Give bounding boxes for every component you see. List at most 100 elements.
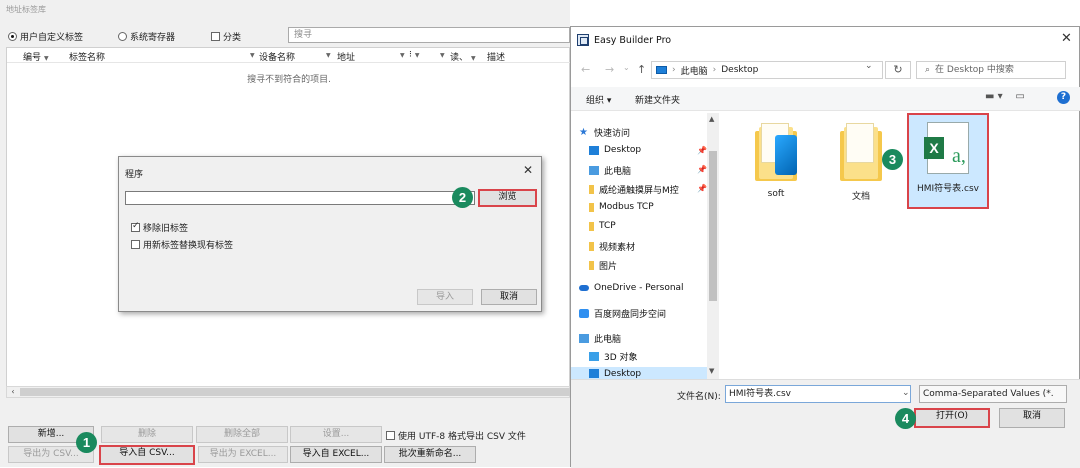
- settings-button[interactable]: 设置...: [290, 426, 382, 443]
- import-csv-button[interactable]: 导入自 CSV...: [99, 445, 195, 465]
- chevron-down-icon[interactable]: ⌄: [902, 388, 910, 398]
- category-checkbox[interactable]: 分类: [211, 30, 241, 43]
- vertical-scrollbar[interactable]: ▲ ▼: [707, 113, 719, 380]
- pin-icon[interactable]: 📌: [697, 165, 707, 174]
- breadcrumb-item[interactable]: Desktop: [721, 65, 758, 75]
- nav-item-tcp[interactable]: TCP: [589, 221, 616, 231]
- nav-item-baidu[interactable]: 百度网盘同步空间: [579, 307, 666, 320]
- remove-old-tags-checkbox[interactable]: 移除旧标签: [131, 221, 188, 234]
- address-bar[interactable]: › 此电脑 › Desktop: [651, 61, 883, 79]
- utf8-export-checkbox[interactable]: 使用 UTF-8 格式导出 CSV 文件: [386, 429, 526, 442]
- scrollbar-thumb[interactable]: [709, 151, 717, 301]
- nav-item-pictures[interactable]: 图片: [589, 259, 617, 272]
- step-badge-1: 1: [76, 432, 97, 453]
- close-icon[interactable]: ✕: [1061, 31, 1072, 46]
- filename-label: 文件名(N):: [677, 392, 721, 402]
- desktop-icon: [589, 369, 599, 378]
- column-header-device[interactable]: 设备名称: [259, 50, 295, 63]
- scrollbar-thumb[interactable]: [20, 388, 571, 396]
- search-input[interactable]: ⌕ 在 Desktop 中搜索: [916, 61, 1066, 79]
- import-excel-button[interactable]: 导入自 EXCEL...: [290, 446, 382, 463]
- nav-item-video[interactable]: 视频素材: [589, 240, 635, 253]
- table-header: 编号 ▼ 标签名称 ▼ 设备名称 ▼ 地址 ▼ ⁝ ▼ ▼ 读、 ▼ 描述: [7, 48, 571, 63]
- delete-all-button[interactable]: 删除全部: [196, 426, 288, 443]
- file-item-soft[interactable]: soft: [741, 123, 811, 199]
- horizontal-scrollbar[interactable]: ‹: [6, 386, 571, 398]
- open-file-dialog: Easy Builder Pro ✕ ← → ⌄ ↑ › 此电脑 › Deskt…: [570, 26, 1080, 468]
- file-path-input[interactable]: [125, 191, 475, 205]
- chevron-down-icon[interactable]: ⌄: [865, 61, 873, 71]
- replace-tags-checkbox[interactable]: 用新标签替换现有标签: [131, 238, 233, 251]
- organize-menu[interactable]: 组织 ▾: [586, 93, 611, 106]
- nav-item-desktop[interactable]: Desktop: [589, 145, 641, 155]
- forward-icon[interactable]: →: [605, 63, 614, 76]
- up-icon[interactable]: ↑: [637, 63, 646, 76]
- scroll-up-icon[interactable]: ▲: [709, 115, 714, 123]
- column-header-device-sort[interactable]: ▼: [323, 50, 331, 60]
- step-badge-3: 3: [882, 149, 903, 170]
- scroll-left-icon[interactable]: ‹: [7, 387, 19, 397]
- scroll-down-icon[interactable]: ▼: [709, 367, 714, 375]
- filename-input[interactable]: HMI符号表.csv: [725, 385, 911, 403]
- help-icon[interactable]: ?: [1057, 91, 1070, 104]
- navigation-pane: ★ 快速访问 Desktop 📌 此电脑 📌 威纶通触摸屏与M控 📌 Modbus…: [571, 113, 719, 380]
- browse-button[interactable]: 浏览: [478, 189, 537, 207]
- view-options-icon[interactable]: ▬ ▾ ▭: [985, 91, 1025, 102]
- nav-item-3d-objects[interactable]: 3D 对象: [589, 350, 638, 363]
- checkbox-indicator: [131, 221, 140, 232]
- file-name: 文档: [851, 192, 870, 202]
- new-folder-button[interactable]: 新建文件夹: [635, 93, 680, 106]
- nav-item-modbus-tcp[interactable]: Modbus TCP: [589, 202, 654, 212]
- checkbox-label: 移除旧标签: [143, 224, 189, 234]
- radio-system-register[interactable]: 系统寄存器: [118, 30, 175, 43]
- column-header-sort[interactable]: ▼: [437, 50, 445, 60]
- history-chevron-icon[interactable]: ⌄: [623, 63, 630, 72]
- file-item-hmi-csv[interactable]: Xa, HMI符号表.csv: [907, 113, 989, 209]
- back-icon[interactable]: ←: [581, 63, 590, 76]
- pin-icon[interactable]: 📌: [697, 184, 707, 193]
- delete-button[interactable]: 删除: [101, 426, 193, 443]
- column-header-tag-name-sort[interactable]: ▼: [247, 50, 255, 60]
- folder-icon: [589, 261, 594, 270]
- export-excel-button[interactable]: 导出为 EXCEL...: [198, 446, 288, 463]
- pin-icon[interactable]: 📌: [697, 146, 707, 155]
- column-header-tag-name[interactable]: 标签名称: [69, 50, 105, 63]
- close-icon[interactable]: ✕: [523, 163, 533, 177]
- radio-indicator: [8, 32, 17, 41]
- column-header-description[interactable]: 描述: [487, 50, 505, 63]
- batch-rename-button[interactable]: 批次重新命名...: [384, 446, 476, 463]
- nav-item-this-pc[interactable]: 此电脑: [589, 164, 631, 177]
- column-header-type[interactable]: ⁝ ▼: [409, 50, 420, 60]
- step-badge-4: 4: [895, 408, 916, 429]
- refresh-icon[interactable]: ↻: [885, 61, 911, 79]
- cancel-button[interactable]: 取消: [999, 408, 1065, 428]
- radio-label: 用户自定义标签: [20, 33, 84, 43]
- checkbox-indicator: [131, 240, 140, 249]
- cloud-icon: [579, 285, 589, 291]
- column-header-read[interactable]: 读、 ▼: [450, 50, 476, 63]
- import-button[interactable]: 导入: [417, 289, 473, 305]
- filetype-select[interactable]: Comma-Separated Values (*.: [919, 385, 1067, 403]
- nav-item-folder[interactable]: 威纶通触摸屏与M控: [589, 183, 679, 196]
- open-button[interactable]: 打开(O): [914, 408, 990, 428]
- checkbox-label: 用新标签替换现有标签: [143, 241, 234, 251]
- folder-icon: [589, 185, 594, 194]
- search-input[interactable]: 搜寻: [288, 27, 570, 43]
- column-header-id[interactable]: 编号 ▼: [23, 50, 49, 63]
- dialog-titlebar: Easy Builder Pro: [577, 34, 671, 46]
- nav-item-quick-access[interactable]: ★ 快速访问: [579, 126, 630, 140]
- cancel-button[interactable]: 取消: [481, 289, 537, 305]
- folder-icon: [753, 123, 799, 183]
- nav-item-onedrive[interactable]: OneDrive - Personal: [579, 283, 684, 293]
- breadcrumb-item[interactable]: 此电脑: [681, 64, 708, 77]
- nav-item-this-pc-2[interactable]: 此电脑: [579, 332, 621, 345]
- desktop-icon: [589, 145, 599, 155]
- computer-icon: [656, 66, 667, 74]
- folder-icon: [838, 123, 884, 183]
- column-header-address[interactable]: 地址: [337, 50, 355, 63]
- cube-icon: [589, 352, 599, 361]
- file-name: soft: [767, 189, 785, 199]
- column-header-address-sort[interactable]: ▼: [397, 50, 405, 60]
- radio-user-defined[interactable]: 用户自定义标签: [8, 30, 83, 43]
- computer-icon: [579, 334, 589, 343]
